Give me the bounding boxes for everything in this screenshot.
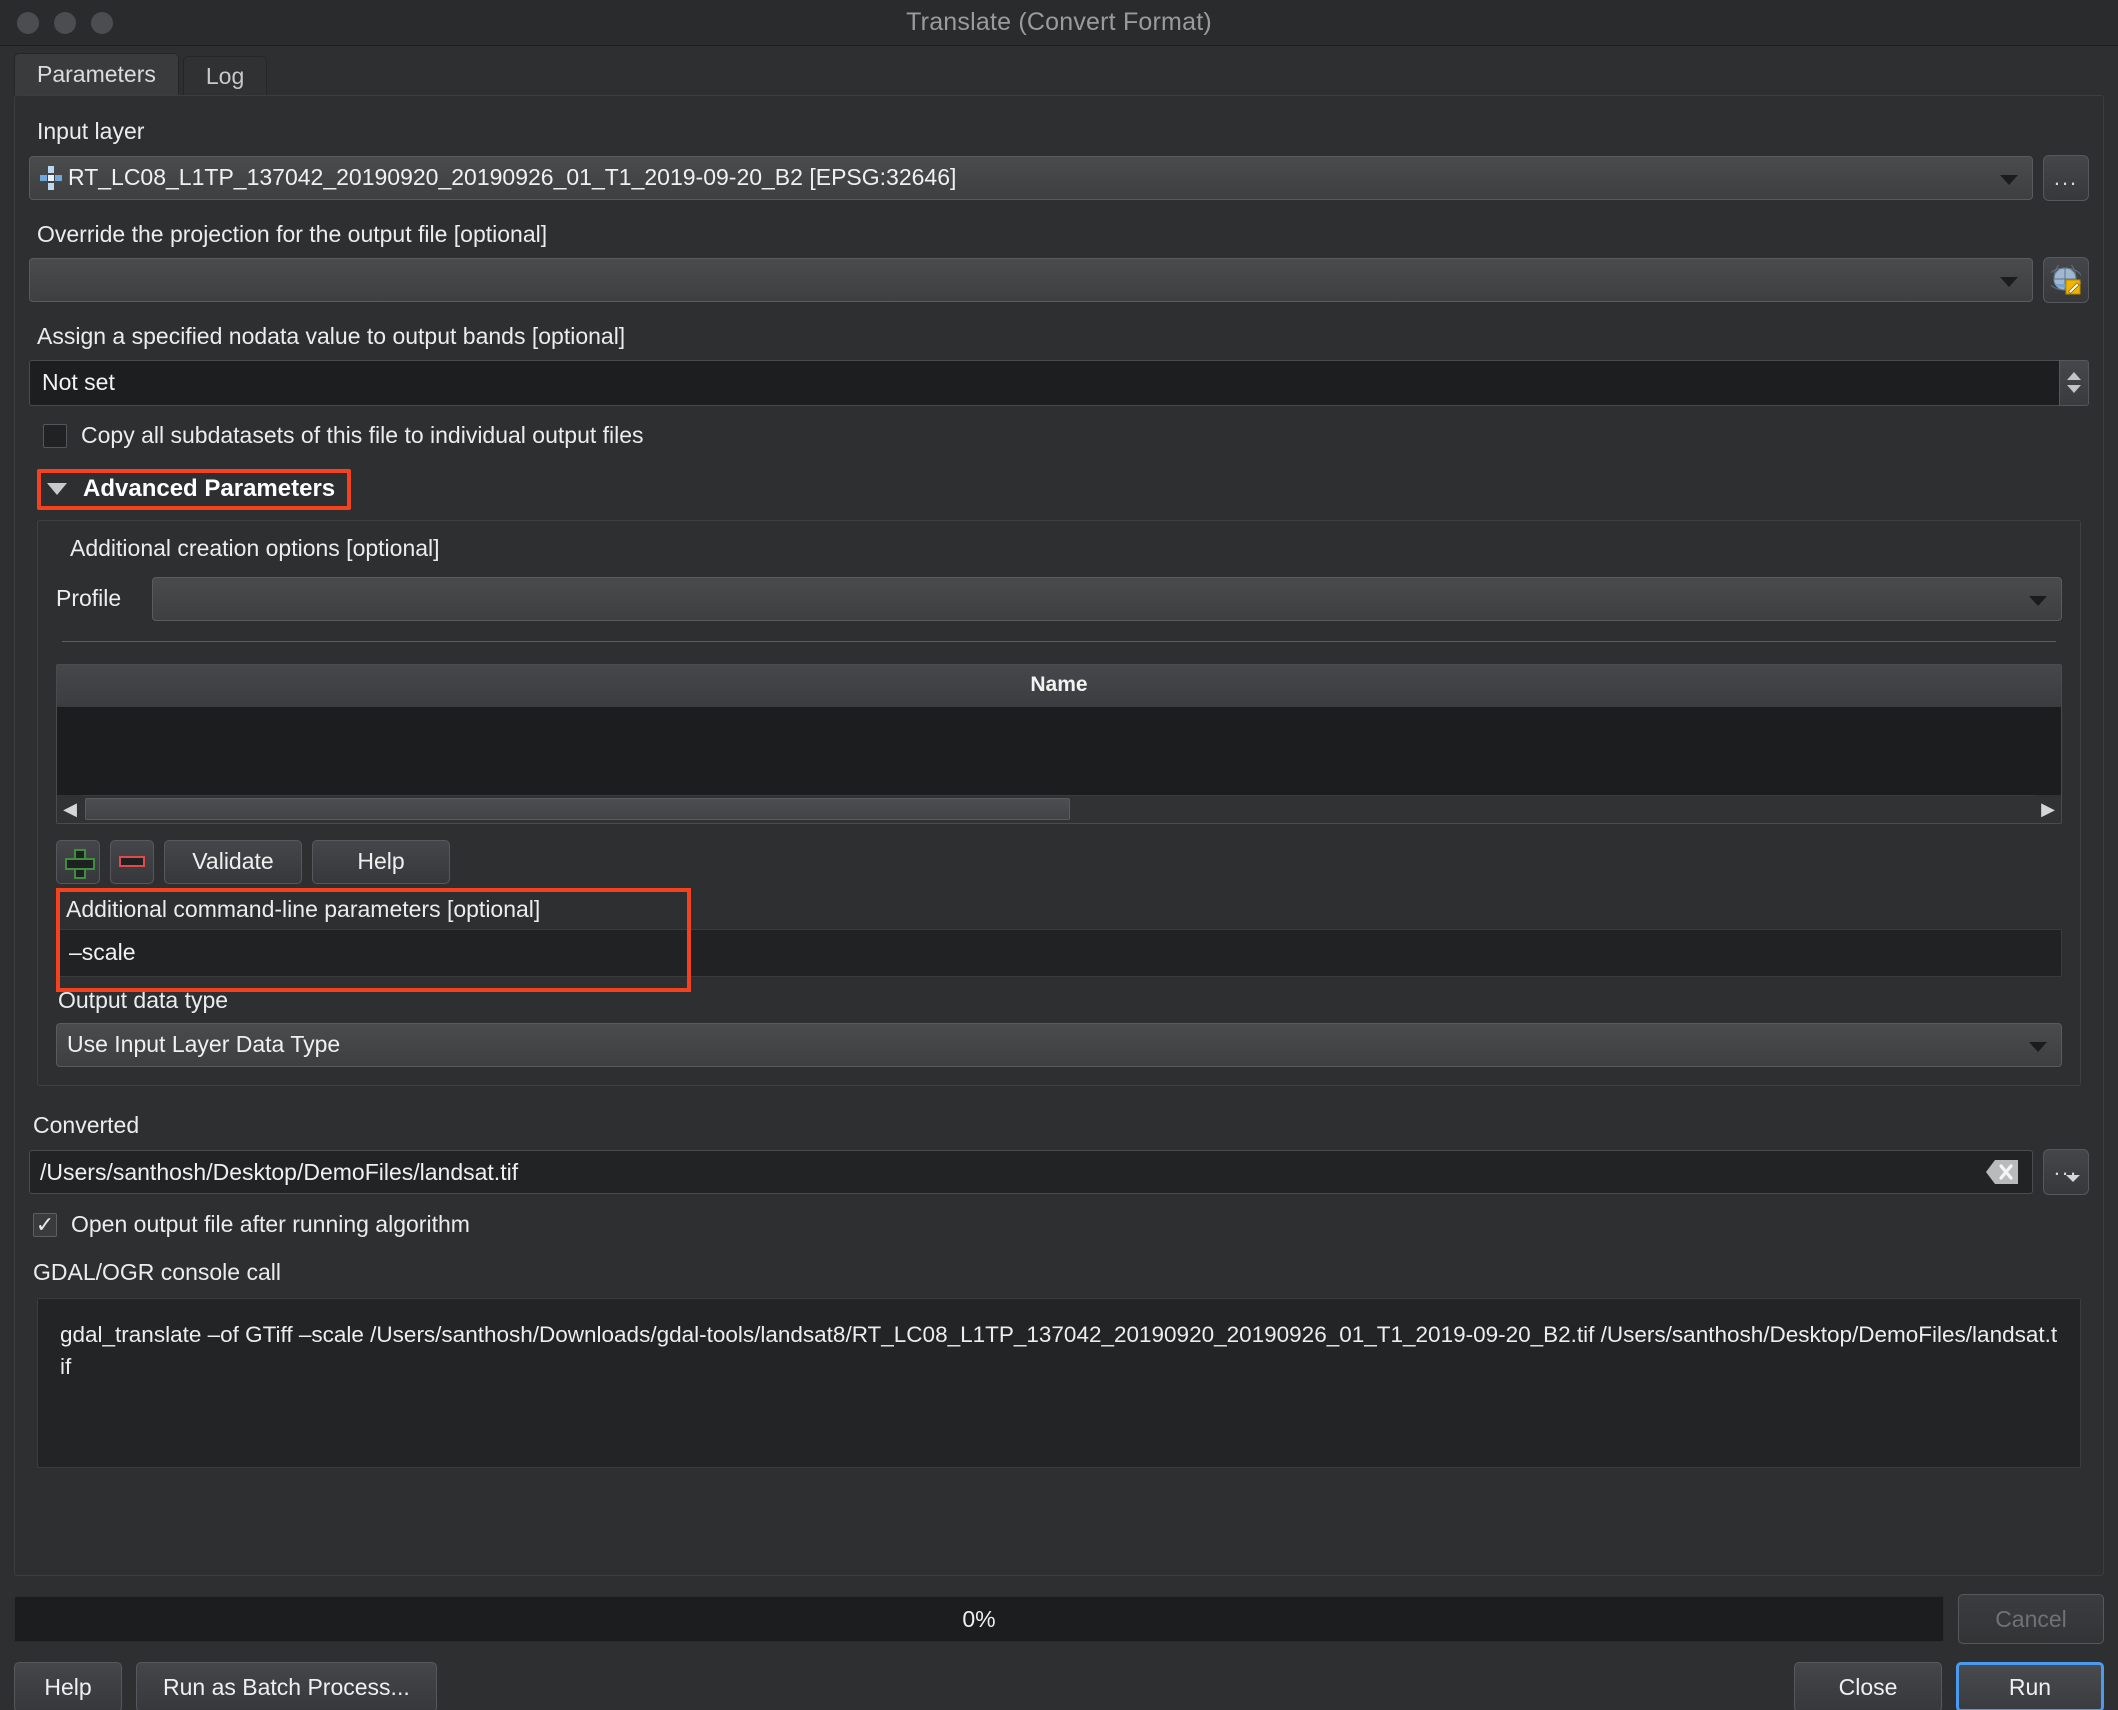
tab-log[interactable]: Log — [182, 56, 268, 95]
advanced-parameters-group: Additional creation options [optional] P… — [37, 520, 2081, 1086]
window-titlebar: Translate (Convert Format) — [0, 0, 2118, 46]
chevron-down-icon — [2029, 1041, 2047, 1052]
scroll-left-arrow-icon[interactable]: ◀ — [57, 795, 83, 823]
help-button[interactable]: Help — [14, 1662, 122, 1710]
table-body[interactable] — [57, 706, 2061, 795]
parameters-panel: Input layer RT_LC08_L1TP_137042_20190920… — [14, 95, 2104, 1576]
scrollbar-thumb[interactable] — [85, 798, 1070, 821]
advanced-parameters-header-wrap: Advanced Parameters — [37, 469, 352, 511]
input-layer-combo[interactable]: RT_LC08_L1TP_137042_20190920_20190926_01… — [29, 155, 2033, 200]
run-as-batch-button[interactable]: Run as Batch Process... — [136, 1662, 437, 1710]
creation-options-help-button[interactable]: Help — [312, 839, 450, 884]
input-layer-label: Input layer — [37, 118, 145, 144]
stepper-up-icon[interactable] — [2067, 372, 2081, 381]
input-layer-value: RT_LC08_L1TP_137042_20190920_20190926_01… — [68, 164, 957, 191]
profile-combo[interactable] — [152, 576, 2062, 621]
nodata-label: Assign a specified nodata value to outpu… — [37, 323, 626, 350]
advanced-parameters-toggle[interactable]: Advanced Parameters — [37, 469, 351, 510]
input-layer-row: RT_LC08_L1TP_137042_20190920_20190926_01… — [29, 154, 2089, 201]
open-output-checkbox[interactable]: ✓ — [33, 1212, 57, 1237]
column-header-name: Name — [1030, 673, 1088, 697]
converted-path-value: /Users/santhosh/Desktop/DemoFiles/landsa… — [40, 1158, 519, 1185]
output-data-type-combo[interactable]: Use Input Layer Data Type — [56, 1022, 2062, 1067]
tab-bar: Parameters Log — [0, 46, 2118, 95]
chevron-down-icon — [2066, 1174, 2080, 1182]
console-call-label: GDAL/OGR console call — [33, 1258, 281, 1285]
nodata-stepper[interactable] — [2059, 359, 2089, 406]
table-header: Name — [57, 664, 2061, 707]
open-output-label: Open output file after running algorithm — [71, 1211, 470, 1238]
ellipsis-icon: ... — [2053, 1154, 2079, 1180]
extra-cli-label: Additional command-line parameters [opti… — [66, 895, 541, 922]
chevron-down-icon — [2000, 174, 2018, 185]
close-button-footer[interactable]: Close — [1794, 1662, 1942, 1710]
nodata-value[interactable]: Not set — [29, 359, 2059, 406]
progress-row: 0% Cancel — [14, 1594, 2104, 1644]
converted-browse-button[interactable]: ... — [2043, 1149, 2089, 1196]
chevron-down-icon — [2000, 277, 2018, 288]
converted-path-input[interactable]: /Users/santhosh/Desktop/DemoFiles/landsa… — [29, 1150, 2033, 1195]
copy-subdatasets-checkbox[interactable] — [43, 423, 67, 448]
converted-row: /Users/santhosh/Desktop/DemoFiles/landsa… — [29, 1149, 2089, 1196]
copy-subdatasets-label: Copy all subdatasets of this file to ind… — [81, 421, 644, 448]
creation-options-table: Name ◀ ▶ — [56, 663, 2062, 824]
window-title: Translate (Convert Format) — [906, 8, 1212, 36]
tab-parameters[interactable]: Parameters — [14, 53, 179, 95]
creation-options-label: Additional creation options [optional] — [70, 535, 440, 562]
plus-icon — [65, 848, 95, 879]
profile-label: Profile — [56, 585, 122, 612]
override-projection-combo[interactable] — [29, 258, 2033, 303]
divider — [62, 640, 2056, 642]
output-data-type-value: Use Input Layer Data Type — [67, 1031, 341, 1058]
advanced-parameters-label: Advanced Parameters — [83, 475, 336, 503]
stepper-down-icon[interactable] — [2067, 385, 2081, 394]
output-data-type-row: Use Input Layer Data Type — [56, 1022, 2062, 1067]
profile-row: Profile — [56, 576, 2062, 621]
add-row-button[interactable] — [56, 839, 100, 884]
nodata-spinbox[interactable]: Not set — [29, 359, 2089, 406]
crs-globe-pencil-icon — [2051, 265, 2081, 295]
input-layer-browse-button[interactable]: ... — [2043, 154, 2089, 201]
copy-subdatasets-row[interactable]: Copy all subdatasets of this file to ind… — [43, 422, 2089, 450]
run-button[interactable]: Run — [1956, 1662, 2104, 1710]
override-projection-row — [29, 257, 2089, 304]
override-projection-label: Override the projection for the output f… — [37, 220, 548, 247]
converted-label: Converted — [33, 1111, 140, 1138]
chevron-down-icon — [47, 483, 67, 496]
dialog-footer: 0% Cancel Help Run as Batch Process... C… — [0, 1594, 2118, 1710]
nodata-row: Not set — [29, 359, 2089, 406]
select-crs-button[interactable] — [2043, 257, 2089, 304]
scroll-right-arrow-icon[interactable]: ▶ — [2035, 795, 2061, 823]
output-data-type-label: Output data type — [58, 986, 229, 1013]
table-horizontal-scrollbar[interactable]: ◀ ▶ — [57, 794, 2061, 823]
minus-icon — [119, 856, 145, 868]
raster-layer-icon — [40, 165, 62, 190]
clear-backspace-icon[interactable] — [1982, 1157, 2022, 1187]
extra-cli-wrap: Additional command-line parameters [opti… — [56, 887, 2062, 992]
footer-button-row: Help Run as Batch Process... Close Run — [14, 1662, 2104, 1710]
ellipsis-icon: ... — [2053, 164, 2079, 190]
chevron-down-icon — [2029, 595, 2047, 606]
open-output-row[interactable]: ✓ Open output file after running algorit… — [33, 1211, 2089, 1239]
remove-row-button[interactable] — [110, 839, 154, 884]
extra-cli-input[interactable]: –scale — [56, 928, 2062, 977]
console-call-text: gdal_translate –of GTiff –scale /Users/s… — [37, 1298, 2081, 1469]
creation-options-toolbar: Validate Help — [56, 839, 2062, 884]
validate-button[interactable]: Validate — [164, 839, 302, 884]
cancel-button[interactable]: Cancel — [1958, 1594, 2104, 1644]
progress-bar: 0% — [14, 1596, 1944, 1642]
scrollbar-track[interactable] — [1072, 795, 2035, 823]
